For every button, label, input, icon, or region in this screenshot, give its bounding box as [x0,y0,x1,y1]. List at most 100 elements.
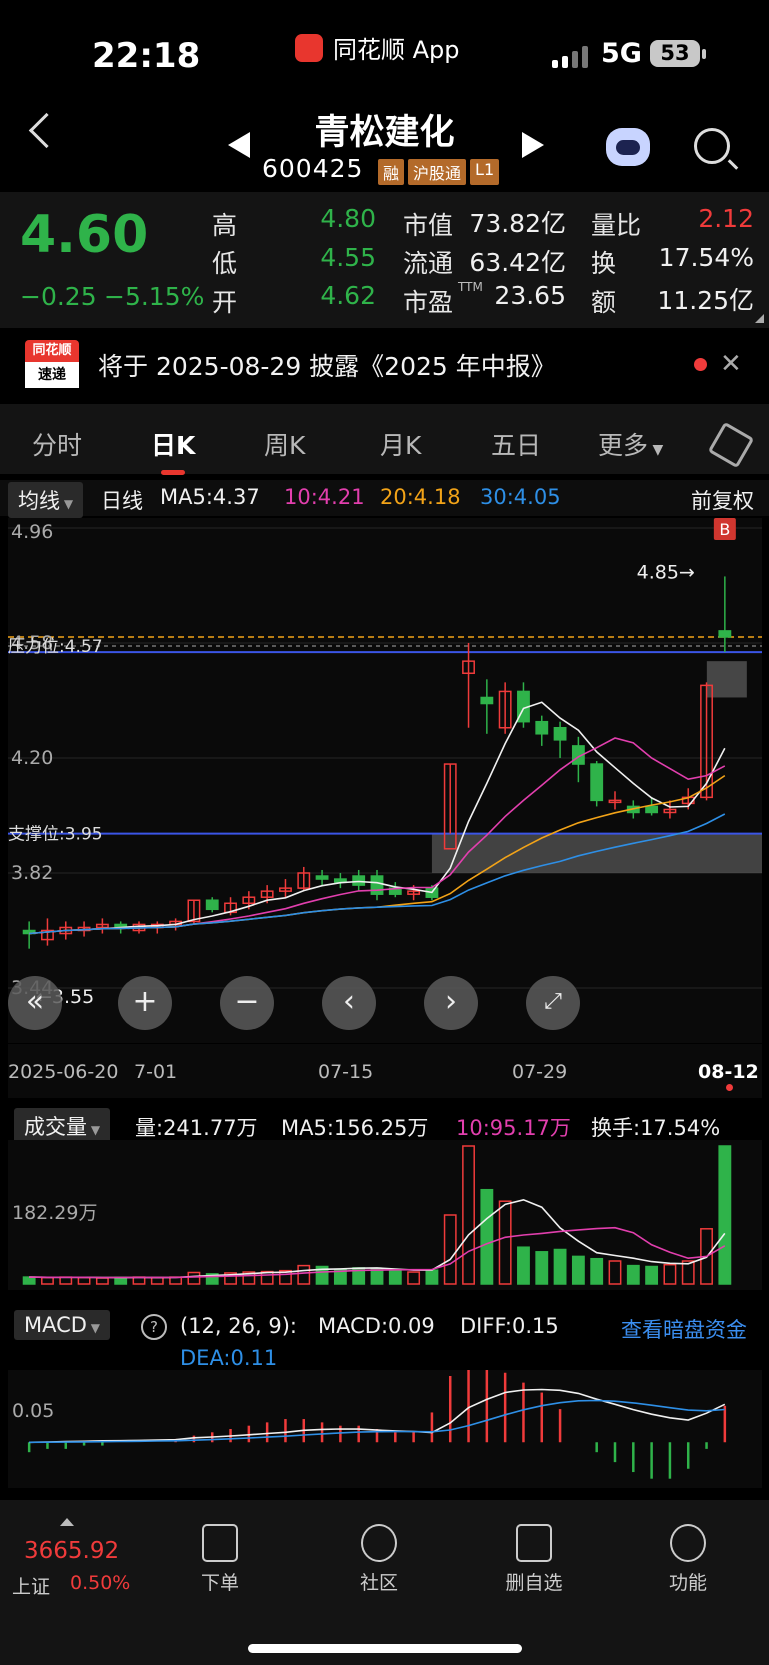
scroll-right-icon[interactable]: › [424,976,478,1030]
volume-selector[interactable]: 成交量 ▼ [14,1108,111,1144]
nav-order[interactable]: 下单 [170,1524,270,1595]
index-value[interactable]: 3665.92 [24,1538,119,1564]
date-label: 7-01 [134,1061,178,1083]
volume-bar [370,1268,384,1285]
volume-value: 量:241.77万 [135,1116,258,1140]
current-price: 4.60 [20,205,149,265]
nav-functions[interactable]: 功能 [638,1524,738,1595]
high-label: 高 [212,211,238,240]
pe-label: 市盈 [403,288,454,317]
adjust-label[interactable]: 前复权 [691,485,754,515]
nav-community[interactable]: 社区 [329,1524,429,1595]
pe-ttm-label: TTM [458,280,483,294]
notice-text[interactable]: 将于 2025-08-29 披露《2025 年中报》 [98,347,556,383]
prev-stock-icon[interactable] [228,132,250,158]
candle-body [352,875,366,886]
candle [498,682,512,734]
volume-bar [626,1264,640,1285]
candle [315,869,329,886]
date-label: 08-12 [698,1061,759,1083]
volume-bar [22,1276,36,1285]
date-axis [8,1044,762,1098]
index-pct[interactable]: 0.50% [70,1572,130,1594]
candle-body [535,720,549,735]
ths-express-logo: 同花顺 速递 [25,340,79,390]
dark-pool-link[interactable]: 查看暗盘资金 [621,1314,747,1344]
current-date-dot-icon [726,1084,733,1091]
mktcap-value: 73.82亿 [469,209,566,238]
low-value: 4.55 [320,243,376,272]
indicator-selector[interactable]: 均线 ▼ [8,482,84,518]
candle [462,643,475,728]
index-name[interactable]: 上证 [12,1572,50,1599]
close-icon[interactable]: ✕ [720,349,742,379]
date-label: 2025-06-20 [8,1061,119,1083]
period-label: 日线 [101,489,143,513]
tab-weekly-k[interactable]: 周K [264,426,305,462]
tab-five-day[interactable]: 五日 [491,426,541,462]
high-value: 4.80 [320,204,376,233]
volume-bar [645,1265,659,1285]
candle-body [553,726,567,741]
zoom-out-icon[interactable]: − [220,976,274,1030]
volume-bar [388,1270,402,1285]
margin-tag: 融 [378,159,405,185]
pressure-label: 压力位:4.57 [8,637,103,657]
unread-dot-icon [694,358,707,371]
candle [333,873,347,889]
help-icon[interactable]: ? [141,1314,167,1340]
signal-icon [552,46,588,68]
community-icon [361,1524,397,1562]
volume-bar [333,1269,347,1285]
tab-more[interactable]: 更多 ▼ [598,426,663,462]
y-label: 4.20 [11,747,53,769]
next-stock-icon[interactable] [522,132,544,158]
tab-daily-k[interactable]: 日K [151,426,195,462]
scroll-left-icon[interactable]: ‹ [322,976,376,1030]
diff-value: DIFF:0.15 [460,1314,559,1338]
turnover-value: 17.54% [658,243,754,272]
nav-remove-watchlist[interactable]: 删自选 [484,1524,584,1595]
index-expand-icon[interactable] [60,1518,74,1526]
candle-body [480,696,494,705]
active-tab-indicator [161,470,185,475]
pe-value: 23.65 [494,281,566,310]
app-icon [295,33,323,62]
fullscreen-icon[interactable]: ⤢ [526,976,580,1030]
volume-bar [553,1248,567,1285]
volume-bar [59,1276,73,1285]
connect-tag: 沪股通 [408,159,467,185]
macd-selector[interactable]: MACD ▼ [14,1310,110,1340]
buy-marker-label: B [719,520,730,539]
amount-label: 额 [591,288,617,317]
candle [370,869,384,901]
macd-y-label: 0.05 [12,1400,54,1422]
ma30-label: 30:4.05 [480,485,561,509]
volume-bar [443,1214,457,1285]
macd-chart[interactable]: 0.05 [8,1370,762,1488]
zoom-in-icon[interactable]: + [118,976,172,1030]
network-label: 5G [601,38,642,69]
tab-monthly-k[interactable]: 月K [380,426,421,462]
volume-bar [425,1269,439,1285]
volume-chart[interactable]: 182.29万 [8,1140,762,1290]
search-icon[interactable] [694,128,730,164]
volume-bar [571,1255,585,1285]
candle [553,721,567,758]
scroll-start-icon[interactable]: « [8,976,62,1030]
candle [480,679,494,734]
app-indicator: 同花顺 App [295,30,460,65]
candle [22,921,36,949]
battery-icon: 53 [650,40,706,67]
kline-chart[interactable]: 4.96 4.58 4.20 3.82 3.44 压力位:4.57 支撑位:3.… [8,518,762,1043]
volume-bar [150,1276,164,1285]
volume-bar [608,1260,622,1285]
assistant-robot-icon[interactable] [606,128,650,166]
expand-corner-icon[interactable] [755,314,764,323]
candle [535,715,549,746]
y-label: 3.82 [11,862,53,884]
candle-body [718,630,732,638]
tab-intraday[interactable]: 分时 [32,426,82,462]
volume-ma5: MA5:156.25万 [281,1116,429,1140]
volratio-label: 量比 [591,211,642,240]
